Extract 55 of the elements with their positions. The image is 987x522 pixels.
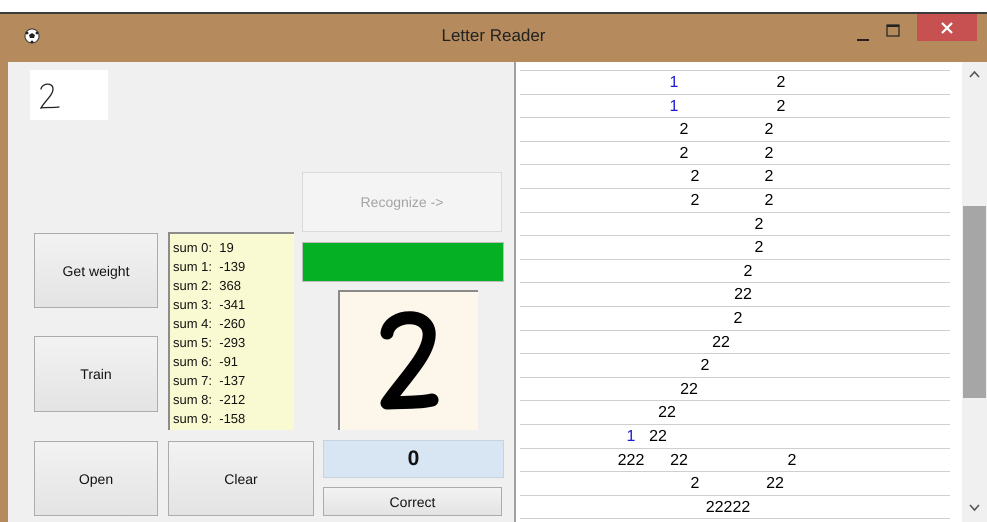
output-digits: 22 (712, 334, 730, 352)
output-digits: 22 (766, 475, 784, 494)
output-digits: 22 (680, 380, 698, 399)
drawing-canvas[interactable] (30, 70, 108, 120)
output-digits: 22 (649, 428, 667, 446)
output-digits: 22 (734, 286, 752, 304)
scroll-down-icon[interactable] (969, 504, 980, 512)
close-icon (941, 22, 953, 34)
maximize-icon[interactable] (886, 24, 900, 38)
output-digits: 2 (788, 452, 796, 470)
output-digits: 22 (670, 452, 688, 470)
output-digits: 2 (690, 475, 700, 494)
output-digits: 22222 (706, 498, 750, 517)
output-digits: 2 (776, 74, 786, 92)
output-digits: 2 (734, 310, 742, 328)
output-digits: 22 (658, 404, 676, 422)
output-digits: 2 (764, 121, 774, 140)
output-digits: 1 (670, 98, 678, 116)
output-digits: 2 (764, 168, 774, 186)
output-digits: 2 (754, 216, 764, 234)
ball-icon (24, 28, 40, 44)
scrollbar-thumb[interactable] (963, 206, 986, 398)
output-digits: 1 (670, 74, 678, 92)
output-digits: 2 (744, 262, 752, 281)
clear-button[interactable]: Clear (168, 441, 314, 516)
output-digits: 2 (690, 192, 700, 210)
count-value: 0 (408, 447, 420, 471)
sum-text: sum 8: -212 (173, 391, 246, 409)
output-digits: 222 (618, 452, 644, 470)
output-digits: 2 (776, 98, 786, 116)
output-digits: 2 (700, 357, 710, 376)
sum-text: sum 2: 368 (173, 277, 242, 295)
correct-button[interactable]: Correct (323, 487, 502, 516)
train-button[interactable]: Train (34, 336, 158, 412)
sum-text: sum 5: -293 (173, 334, 246, 352)
scroll-up-icon[interactable] (969, 70, 980, 78)
output-digits: 2 (680, 121, 688, 140)
sum-text: sum 6: -91 (173, 353, 240, 371)
output-digits: 2 (690, 168, 700, 186)
output-digits: 2 (680, 144, 688, 163)
output-digits: 2 (754, 239, 764, 258)
sum-text: sum 9: -158 (173, 410, 246, 428)
sum-text: sum 1: -139 (173, 258, 246, 276)
scrollbar[interactable] (962, 62, 987, 522)
sum-text: sum 7: -137 (173, 372, 246, 390)
sum-text: sum 0: 19 (173, 239, 235, 257)
output-digits: 2 (764, 144, 774, 163)
get-weight-button[interactable]: Get weight (34, 233, 158, 308)
open-button[interactable]: Open (34, 441, 158, 516)
output-digits: 2 (764, 192, 774, 210)
output-digits: 1 (626, 428, 636, 446)
sum-text: sum 3: -341 (173, 296, 246, 314)
window-title: Letter Reader (442, 26, 546, 46)
sum-text: sum 4: -260 (173, 315, 246, 333)
close-button[interactable] (917, 14, 977, 41)
